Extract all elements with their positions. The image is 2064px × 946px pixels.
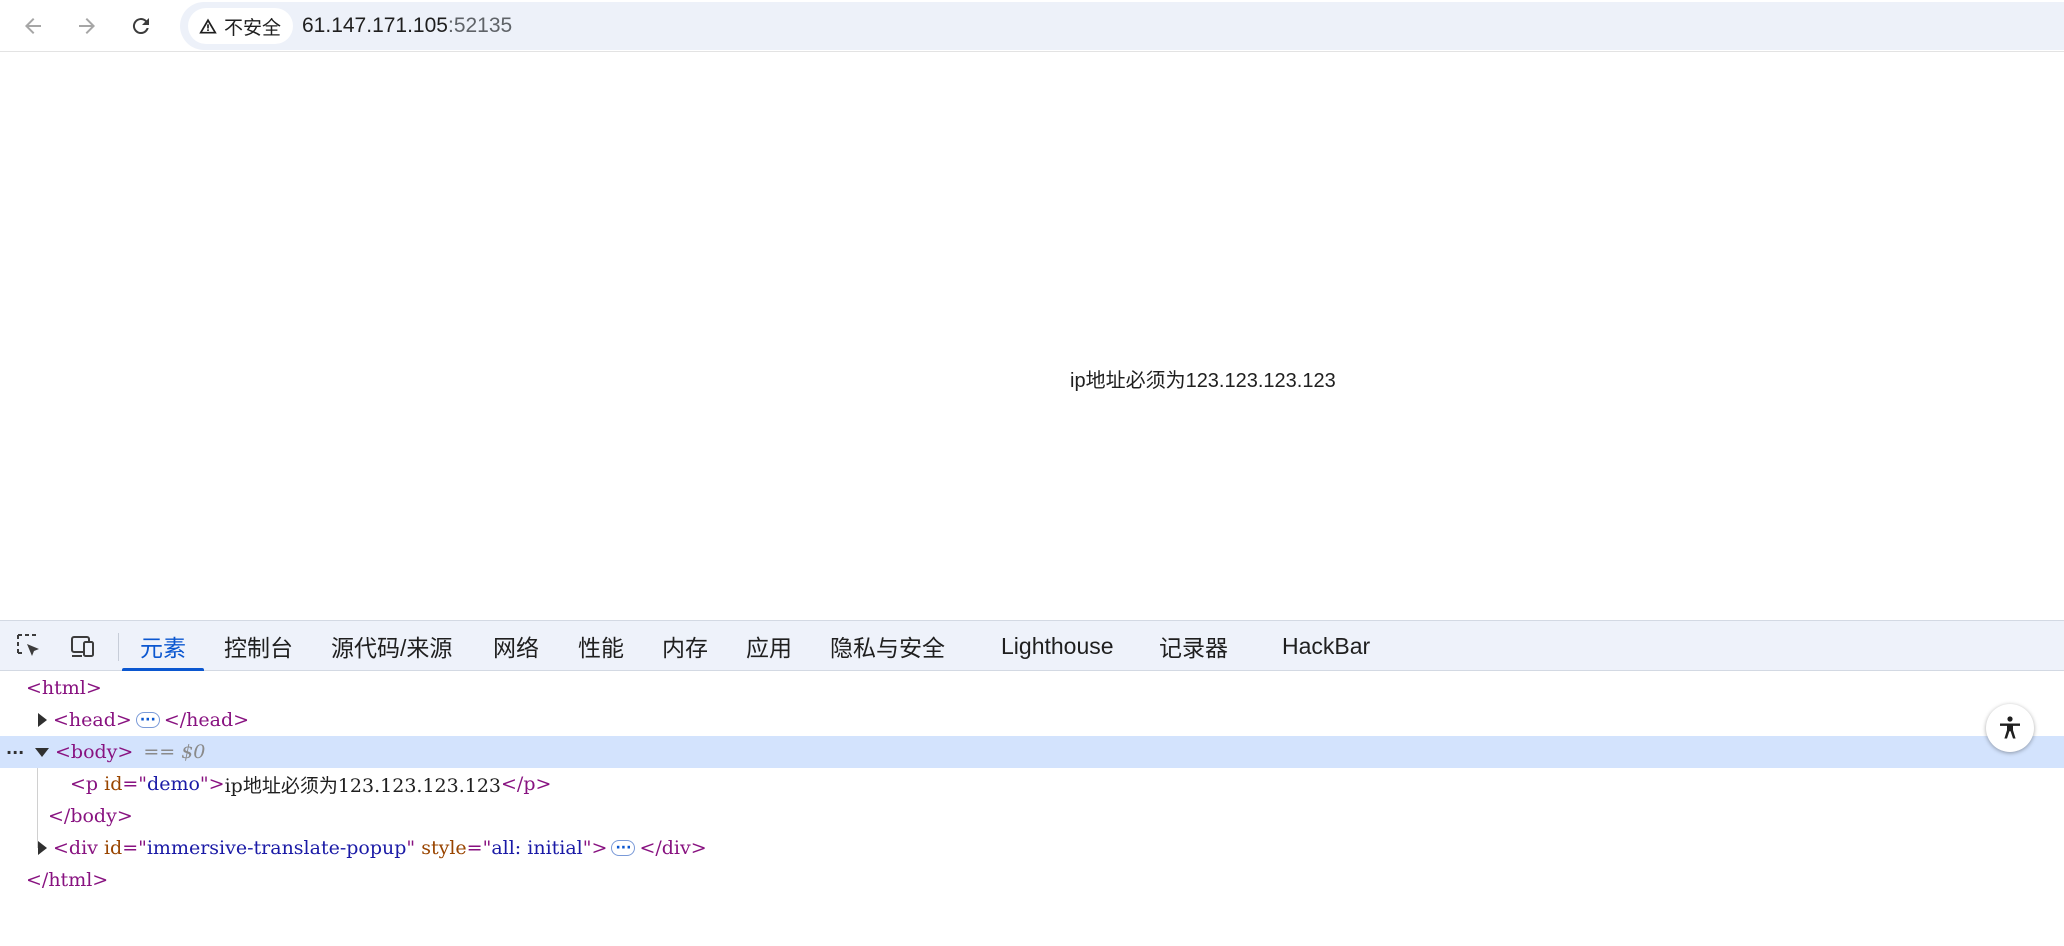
dom-node-body-close[interactable]: </body> bbox=[0, 800, 2064, 832]
security-chip[interactable]: 不安全 bbox=[188, 8, 294, 44]
p-attr-name: id bbox=[98, 773, 123, 795]
div-attr-style-name: style bbox=[415, 837, 467, 859]
devtools-panel: 元素 控制台 源代码/来源 网络 性能 内存 应用 隐私与安全 Lighthou… bbox=[0, 620, 2064, 946]
url-port: :52135 bbox=[447, 14, 513, 37]
tab-lighthouse[interactable]: Lighthouse bbox=[983, 621, 1132, 671]
div-attr-style-eq: =" bbox=[466, 837, 492, 859]
back-button[interactable] bbox=[16, 9, 50, 43]
div-attr-style-value: all: initial bbox=[491, 837, 583, 859]
security-label: 不安全 bbox=[224, 17, 282, 39]
p-attr-end: "> bbox=[199, 773, 225, 795]
p-open-tag: <p bbox=[70, 773, 99, 795]
div-close-tag: </div> bbox=[639, 837, 707, 859]
address-bar[interactable]: 不安全 61.147.171.105:52135 bbox=[180, 2, 2064, 50]
tab-performance[interactable]: 性能 bbox=[560, 621, 642, 671]
head-close-tag: </head> bbox=[163, 709, 250, 731]
arrow-left-icon bbox=[25, 18, 41, 34]
html-open-tag: <html> bbox=[26, 677, 102, 699]
demo-paragraph: ip地址必须为123.123.123.123 bbox=[1070, 370, 1336, 392]
dom-node-head[interactable]: <head> ··· </head> bbox=[0, 704, 2064, 736]
div-attr-id-end: " bbox=[406, 837, 416, 859]
collapse-triangle-icon[interactable] bbox=[35, 747, 49, 757]
warning-icon bbox=[199, 18, 217, 34]
head-open-tag: <head> bbox=[53, 709, 132, 731]
p-close-tag: </p> bbox=[501, 773, 552, 795]
collapsed-content-ellipsis[interactable]: ··· bbox=[135, 712, 160, 728]
devtools-tab-bar: 元素 控制台 源代码/来源 网络 性能 内存 应用 隐私与安全 Lighthou… bbox=[0, 621, 2064, 671]
dom-node-div[interactable]: <div id =" immersive-translate-popup " styl… bbox=[0, 832, 2064, 864]
forward-button[interactable] bbox=[70, 9, 104, 43]
p-text-node: ip地址必须为123.123.123.123 bbox=[224, 774, 502, 797]
body-open-tag: <body> bbox=[55, 741, 134, 763]
url-text[interactable]: 61.147.171.105:52135 bbox=[302, 14, 512, 38]
toolbar-divider bbox=[118, 633, 119, 661]
url-host: 61.147.171.105 bbox=[302, 14, 448, 37]
accessibility-icon bbox=[2000, 716, 2020, 739]
browser-toolbar: 不安全 61.147.171.105:52135 bbox=[0, 0, 2064, 52]
div-open-tag: <div bbox=[53, 837, 98, 859]
dom-node-html[interactable]: <html> bbox=[0, 672, 2064, 704]
expand-triangle-icon[interactable] bbox=[38, 841, 47, 855]
dom-tree: <html> <head> ··· </head> ··· <body> == … bbox=[0, 672, 2064, 946]
arrow-right-icon bbox=[79, 18, 95, 34]
expand-triangle-icon[interactable] bbox=[38, 713, 47, 727]
reload-icon bbox=[132, 18, 149, 35]
device-toolbar-button[interactable] bbox=[66, 630, 100, 662]
dom-node-html-close[interactable]: </html> bbox=[0, 864, 2064, 896]
selected-node-marker: == $0 bbox=[143, 741, 206, 763]
tab-sources[interactable]: 源代码/来源 bbox=[313, 621, 470, 671]
html-close-tag: </html> bbox=[26, 869, 109, 891]
device-toggle-icon bbox=[71, 636, 94, 657]
tab-recorder[interactable]: 记录器 bbox=[1141, 621, 1246, 671]
p-attr-value: demo bbox=[147, 773, 200, 795]
div-attr-id-name: id bbox=[97, 837, 123, 859]
tab-privacy-security[interactable]: 隐私与安全 bbox=[812, 621, 963, 671]
tab-elements[interactable]: 元素 bbox=[122, 621, 204, 671]
tab-network[interactable]: 网络 bbox=[475, 621, 557, 671]
select-element-icon bbox=[17, 634, 39, 656]
tab-application[interactable]: 应用 bbox=[728, 621, 810, 671]
accessibility-button[interactable] bbox=[1986, 704, 2034, 752]
page-viewport: ip地址必须为123.123.123.123 bbox=[0, 52, 2064, 620]
dom-node-body[interactable]: ··· <body> == $0 bbox=[0, 736, 2064, 768]
dom-node-p[interactable]: <p id =" demo "> ip地址必须为123.123.123.123 </p> bbox=[0, 768, 2064, 800]
row-menu-ellipsis[interactable]: ··· bbox=[6, 743, 24, 762]
div-attr-id-value: immersive-translate-popup bbox=[146, 837, 407, 859]
inspect-element-button[interactable] bbox=[12, 630, 46, 662]
p-attr-eq: =" bbox=[122, 773, 148, 795]
tab-memory[interactable]: 内存 bbox=[644, 621, 726, 671]
body-close-tag: </body> bbox=[48, 805, 133, 827]
tab-console[interactable]: 控制台 bbox=[206, 621, 311, 671]
div-attr-style-end: "> bbox=[582, 837, 608, 859]
collapsed-content-ellipsis[interactable]: ··· bbox=[611, 840, 636, 856]
tab-hackbar[interactable]: HackBar bbox=[1264, 621, 1388, 671]
div-attr-id-eq: =" bbox=[122, 837, 147, 859]
reload-button[interactable] bbox=[124, 9, 158, 43]
